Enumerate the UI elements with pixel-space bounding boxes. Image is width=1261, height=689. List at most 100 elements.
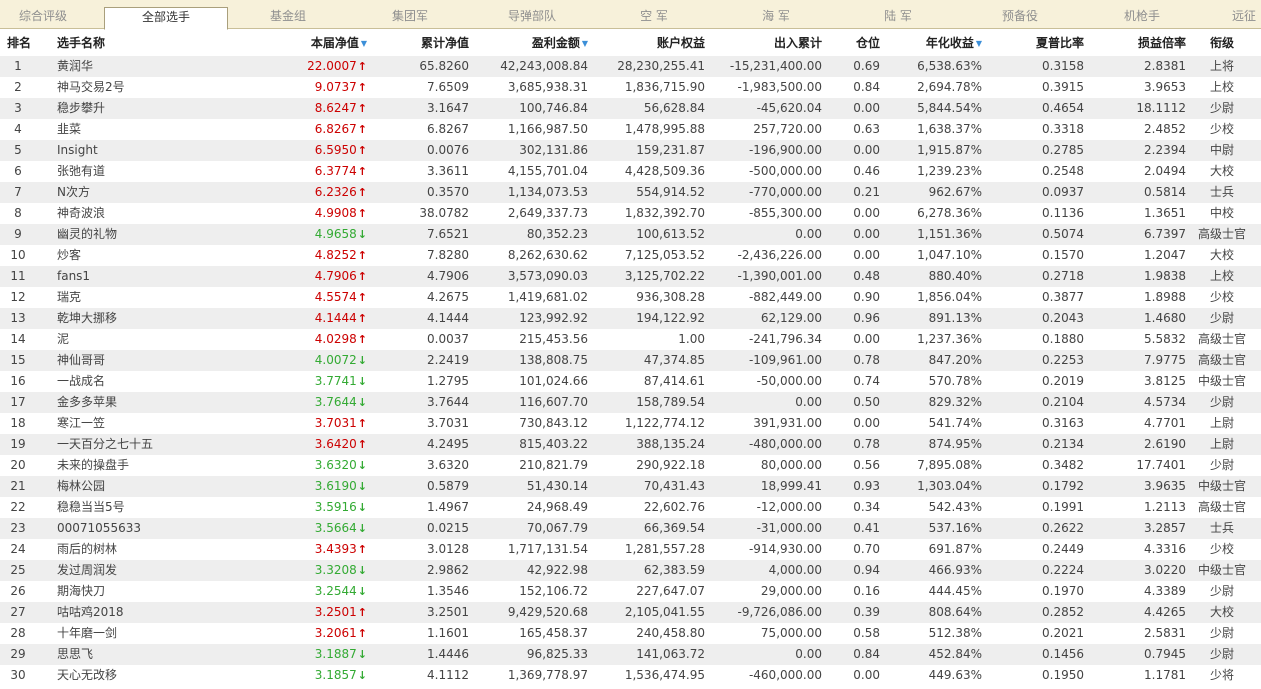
rank-title-cell: 少尉 xyxy=(1209,626,1234,640)
player-name-cell[interactable]: 炒客 xyxy=(57,245,257,266)
header-cumulative-nav[interactable]: 累计净值 xyxy=(380,30,469,56)
header-annual-return-label: 年化收益 xyxy=(925,36,974,50)
player-name-cell[interactable]: 瑞克 xyxy=(57,287,257,308)
player-name-cell[interactable]: 神仙哥哥 xyxy=(57,350,257,371)
table-row[interactable]: 10 炒客 4.8252↑ 7.8280 8,262,630.62 7,125,053.5… xyxy=(0,245,1261,266)
table-row[interactable]: 4 韭菜 6.8267↑ 6.8267 1,166,987.50 1,478,995.88… xyxy=(0,119,1261,140)
table-row[interactable]: 23 00071055633 3.5664↓ 0.0215 70,067.79 66,36… xyxy=(0,518,1261,539)
tab-fund-group[interactable]: 基金组 xyxy=(228,7,348,29)
player-name-cell[interactable]: 未来的操盘手 xyxy=(57,455,257,476)
player-name-cell[interactable]: 一天百分之七十五 xyxy=(57,434,257,455)
nav-value: 3.6190 xyxy=(314,479,357,493)
rank-cell: 22 xyxy=(10,500,26,514)
player-name-cell[interactable]: 黄润华 xyxy=(57,56,257,77)
header-rank-title[interactable]: 衔级 xyxy=(1196,30,1248,56)
tab-machine-gunner[interactable]: 机枪手 xyxy=(1080,7,1204,29)
player-name-cell[interactable]: 稳稳当当5号 xyxy=(57,497,257,518)
profit-cell: 42,922.98 xyxy=(526,563,588,577)
player-name-cell[interactable]: 神奇波浪 xyxy=(57,203,257,224)
tab-army-group[interactable]: 集团军 xyxy=(348,7,472,29)
arrow-down-icon: ↓ xyxy=(357,648,367,661)
player-name-cell[interactable]: 思思飞 xyxy=(57,644,257,665)
tab-overall-rating[interactable]: 综合评级 xyxy=(0,7,86,29)
table-row[interactable]: 13 乾坤大挪移 4.1444↑ 4.1444 123,992.92 194,122.92… xyxy=(0,308,1261,329)
table-row[interactable]: 11 fans1 4.7906↑ 4.7906 3,573,090.03 3,125,70… xyxy=(0,266,1261,287)
player-name-cell[interactable]: 神马交易2号 xyxy=(57,77,257,98)
header-sharpe-ratio[interactable]: 夏普比率 xyxy=(1000,30,1084,56)
table-row[interactable]: 14 泥 4.0298↑ 0.0037 215,453.56 1.00 -241,796.3… xyxy=(0,329,1261,350)
table-row[interactable]: 7 N次方 6.2326↑ 0.3570 1,134,073.53 554,914.52-… xyxy=(0,182,1261,203)
tab-air-force[interactable]: 空 军 xyxy=(592,7,716,29)
table-row[interactable]: 22 稳稳当当5号 3.5916↓ 1.4967 24,968.49 22,602.76-… xyxy=(0,497,1261,518)
player-name-cell[interactable]: 咕咕鸡2018 xyxy=(57,602,257,623)
table-row[interactable]: 3 稳步攀升 8.6247↑ 3.1647 100,746.84 56,628.84 -45… xyxy=(0,98,1261,119)
player-name-cell[interactable]: Insight xyxy=(57,140,257,161)
table-row[interactable]: 27 咕咕鸡2018 3.2501↑ 3.2501 9,429,520.68 2,105,… xyxy=(0,602,1261,623)
table-row[interactable]: 17 金多多苹果 3.7644↓ 3.7644 116,607.70 158,789.54… xyxy=(0,392,1261,413)
sharpe-ratio-cell: 0.2043 xyxy=(1042,311,1084,325)
position-cell: 0.78 xyxy=(853,353,880,367)
cumulative-nav-cell: 1.4967 xyxy=(427,500,469,514)
tab-army[interactable]: 陆 军 xyxy=(836,7,960,29)
player-name-cell[interactable]: N次方 xyxy=(57,182,257,203)
header-cash-flow[interactable]: 出入累计 xyxy=(715,30,822,56)
table-row[interactable]: 6 张弛有道 6.3774↑ 3.3611 4,155,701.04 4,428,509.… xyxy=(0,161,1261,182)
table-row[interactable]: 24 雨后的树林 3.4393↑ 3.0128 1,717,131.54 1,281,55… xyxy=(0,539,1261,560)
nav-cell: 6.8267↑ xyxy=(260,119,367,140)
profit-cell: 9,429,520.68 xyxy=(507,605,588,619)
header-profit-loss-ratio[interactable]: 损益倍率 xyxy=(1100,30,1186,56)
table-row[interactable]: 30 天心无改移 3.1857↓ 4.1112 1,369,778.97 1,536,47… xyxy=(0,665,1261,686)
player-name-cell[interactable]: 梅林公园 xyxy=(57,476,257,497)
nav-value: 6.2326 xyxy=(314,185,357,199)
header-player-name[interactable]: 选手名称 xyxy=(57,30,105,56)
player-name-cell[interactable]: 天心无改移 xyxy=(57,665,257,686)
tab-reserve[interactable]: 预备役 xyxy=(960,7,1080,29)
table-row[interactable]: 18 寒江一笠 3.7031↑ 3.7031 730,843.12 1,122,774.1… xyxy=(0,413,1261,434)
table-row[interactable]: 15 神仙哥哥 4.0072↓ 2.2419 138,808.75 47,374.85 -1… xyxy=(0,350,1261,371)
player-name-cell[interactable]: 张弛有道 xyxy=(57,161,257,182)
cumulative-nav-cell: 2.2419 xyxy=(427,353,469,367)
table-row[interactable]: 29 思思飞 3.1887↓ 1.4446 96,825.33 141,063.72 0.0… xyxy=(0,644,1261,665)
header-rank[interactable]: 排名 xyxy=(7,30,31,56)
header-account-equity[interactable]: 账户权益 xyxy=(600,30,705,56)
header-position[interactable]: 仓位 xyxy=(835,30,880,56)
table-row[interactable]: 26 期海快刀 3.2544↓ 1.3546 152,106.72 227,647.07 2… xyxy=(0,581,1261,602)
table-row[interactable]: 19 一天百分之七十五 3.6420↑ 4.2495 815,403.22 388,135… xyxy=(0,434,1261,455)
player-name-cell[interactable]: 韭菜 xyxy=(57,119,257,140)
player-name-cell[interactable]: fans1 xyxy=(57,266,257,287)
player-name-cell[interactable]: 金多多苹果 xyxy=(57,392,257,413)
table-row[interactable]: 2 神马交易2号 9.0737↑ 7.6509 3,685,938.31 1,836,71… xyxy=(0,77,1261,98)
table-row[interactable]: 28 十年磨一剑 3.2061↑ 1.1601 165,458.37 240,458.80… xyxy=(0,623,1261,644)
player-name-cell[interactable]: 寒江一笠 xyxy=(57,413,257,434)
table-row[interactable]: 16 一战成名 3.7741↓ 1.2795 101,024.66 87,414.61 -5… xyxy=(0,371,1261,392)
header-nav[interactable]: 本届净值 ▼ xyxy=(260,30,367,56)
tab-expedition[interactable]: 远征 xyxy=(1204,7,1261,29)
table-row[interactable]: 5 Insight 6.5950↑ 0.0076 302,131.86 159,231.8… xyxy=(0,140,1261,161)
header-annual-return[interactable]: 年化收益 ▼ xyxy=(890,30,982,56)
table-row[interactable]: 1 黄润华 22.0007↑ 65.8260 42,243,008.84 28,230,2… xyxy=(0,56,1261,77)
table-row[interactable]: 25 发过周润发 3.3208↓ 2.9862 42,922.98 62,383.59 4,… xyxy=(0,560,1261,581)
tab-missile-force[interactable]: 导弹部队 xyxy=(472,7,592,29)
table-row[interactable]: 9 幽灵的礼物 4.9658↓ 7.6521 80,352.23 100,613.52 0.… xyxy=(0,224,1261,245)
table-row[interactable]: 20 未来的操盘手 3.6320↓ 3.6320 210,821.79 290,922.1… xyxy=(0,455,1261,476)
player-name-cell[interactable]: 一战成名 xyxy=(57,371,257,392)
player-name-cell[interactable]: 泥 xyxy=(57,329,257,350)
player-name-cell[interactable]: 乾坤大挪移 xyxy=(57,308,257,329)
header-profit[interactable]: 盈利金额 ▼ xyxy=(480,30,588,56)
player-name-cell[interactable]: 幽灵的礼物 xyxy=(57,224,257,245)
player-name-cell[interactable]: 十年磨一剑 xyxy=(57,623,257,644)
nav-cell: 3.7644↓ xyxy=(260,392,367,413)
tab-all-players[interactable]: 全部选手 xyxy=(104,7,228,30)
cash-flow-cell: -12,000.00 xyxy=(756,500,822,514)
tab-navy[interactable]: 海 军 xyxy=(716,7,836,29)
table-row[interactable]: 21 梅林公园 3.6190↓ 0.5879 51,430.14 70,431.43 18,… xyxy=(0,476,1261,497)
player-name-cell[interactable]: 期海快刀 xyxy=(57,581,257,602)
nav-value: 3.2501 xyxy=(314,605,357,619)
player-name-cell[interactable]: 雨后的树林 xyxy=(57,539,257,560)
player-name-cell[interactable]: 00071055633 xyxy=(57,518,257,539)
annual-return-cell: 691.87% xyxy=(928,542,982,556)
table-row[interactable]: 8 神奇波浪 4.9908↑ 38.0782 2,649,337.73 1,832,392… xyxy=(0,203,1261,224)
table-row[interactable]: 12 瑞克 4.5574↑ 4.2675 1,419,681.02 936,308.28-… xyxy=(0,287,1261,308)
player-name-cell[interactable]: 发过周润发 xyxy=(57,560,257,581)
player-name-cell[interactable]: 稳步攀升 xyxy=(57,98,257,119)
